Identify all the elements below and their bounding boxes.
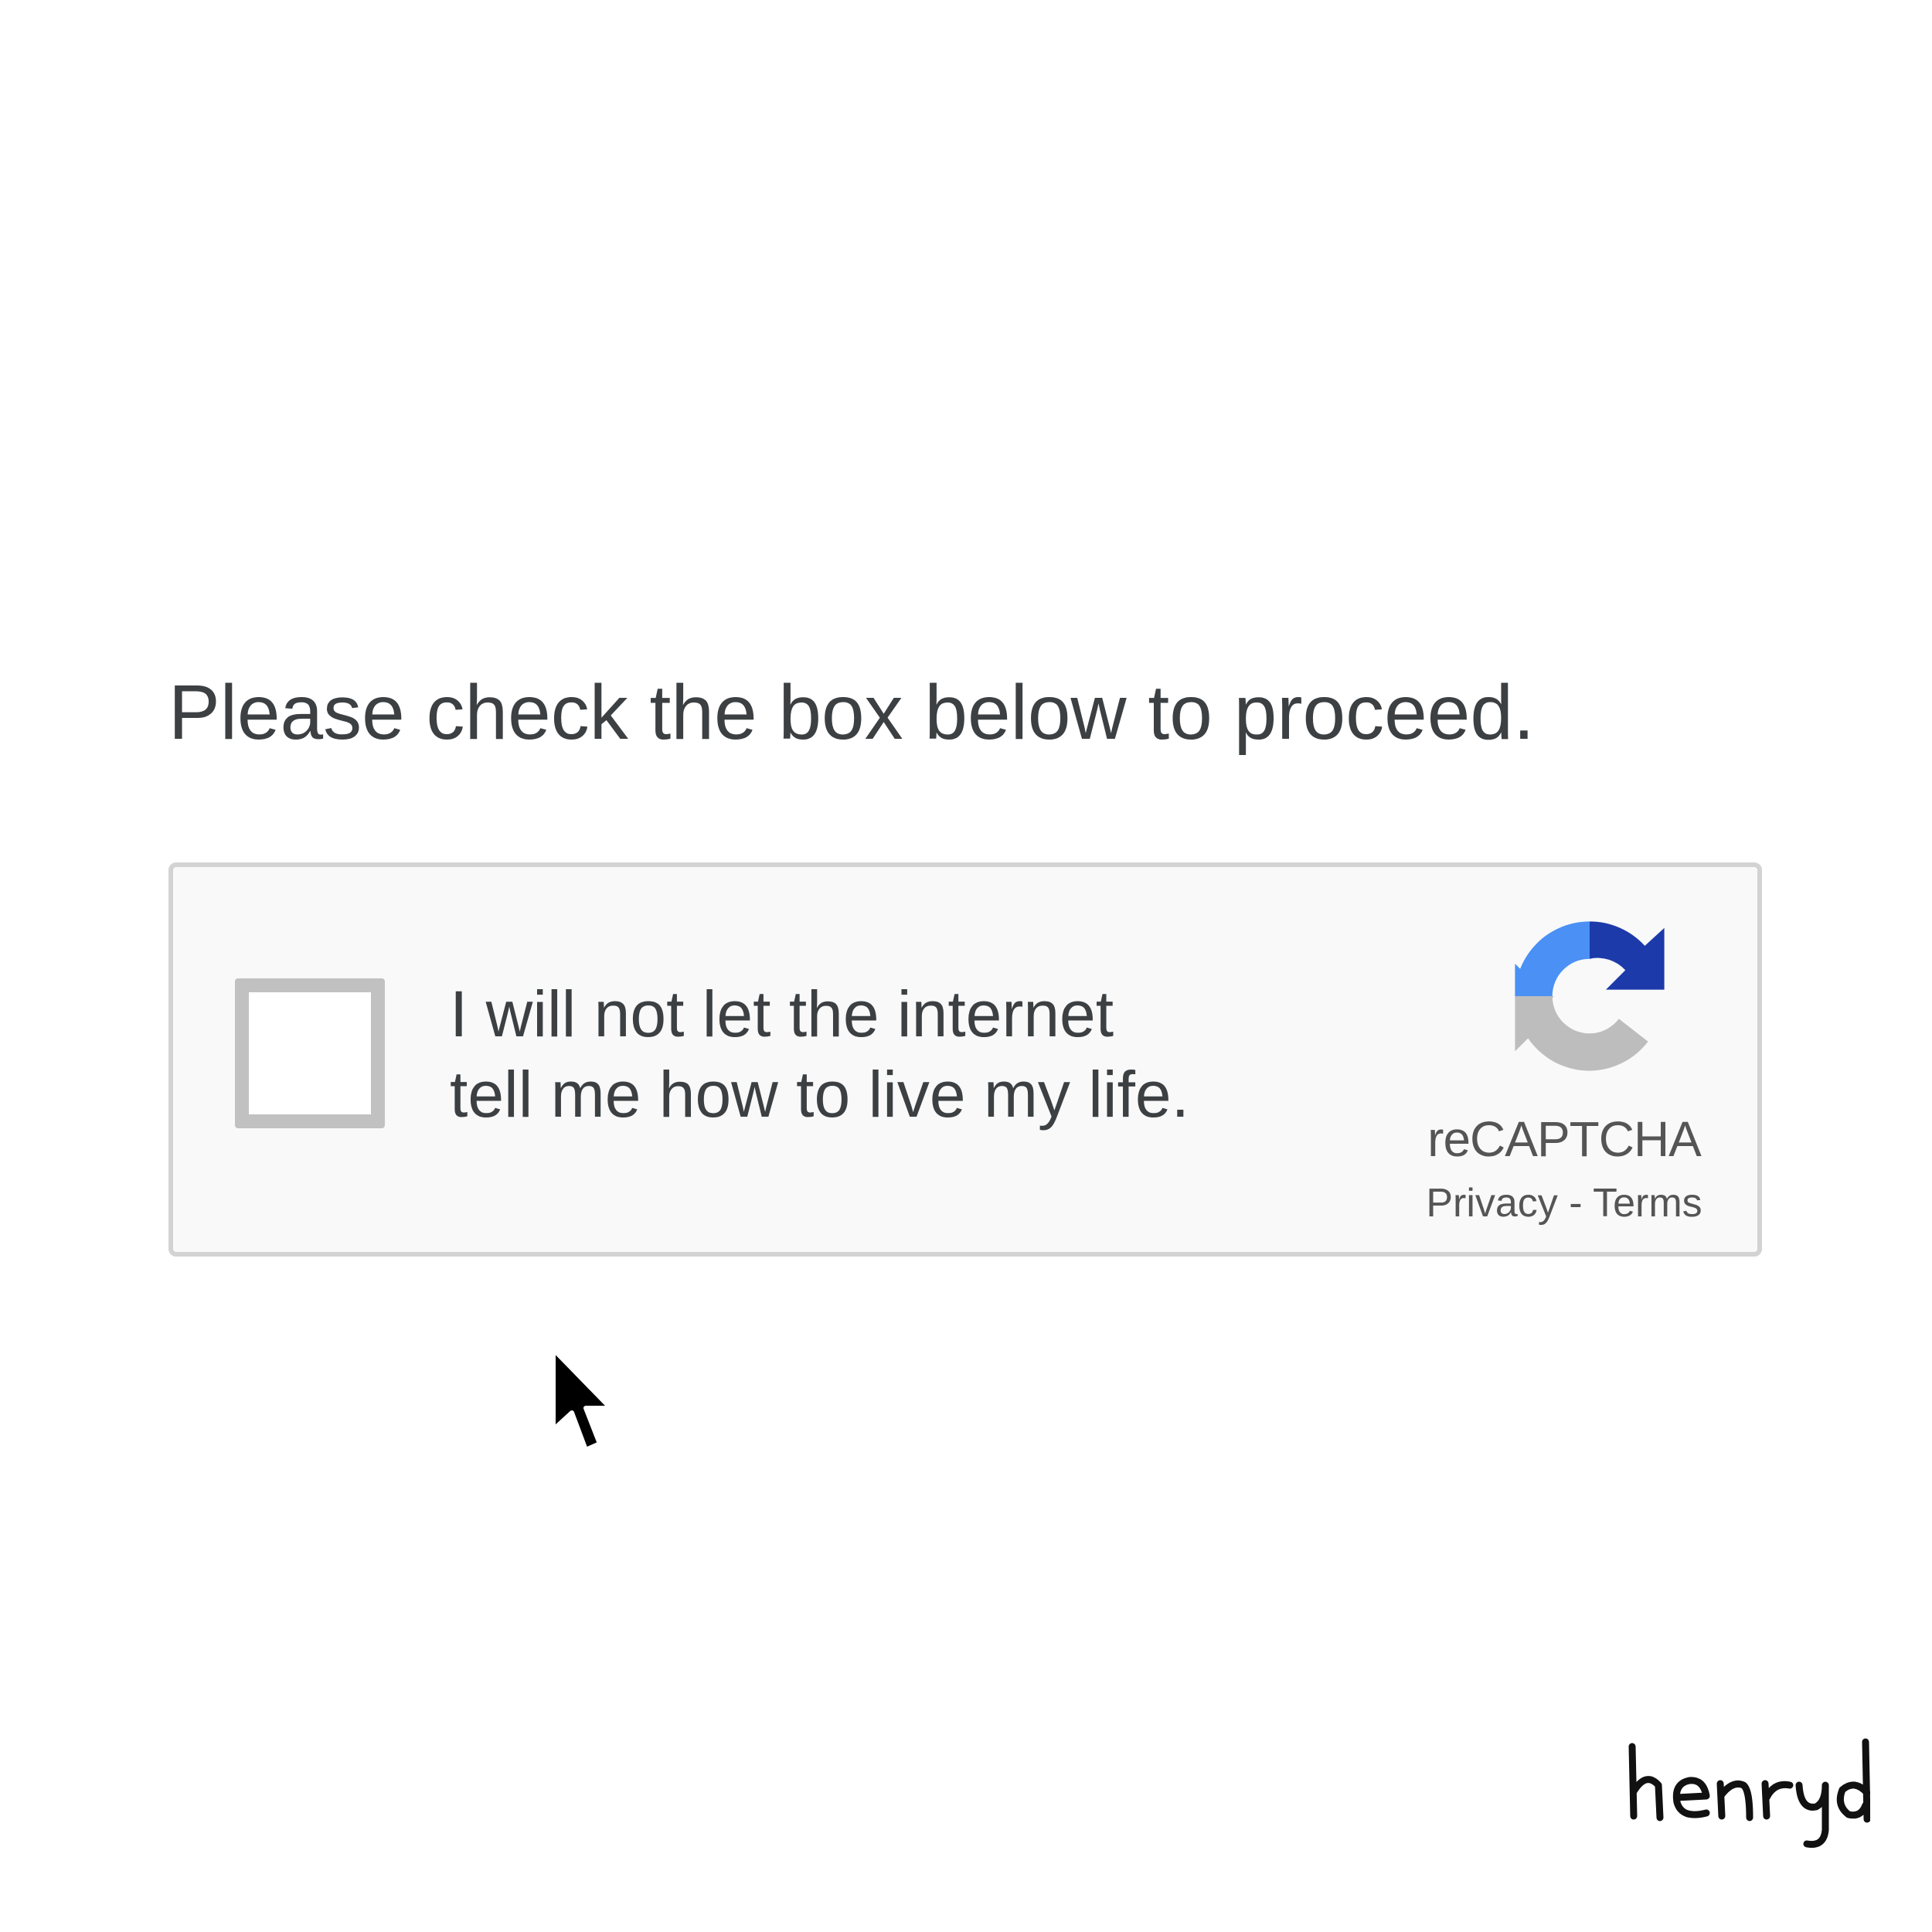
instruction-text: Please check the box below to proceed. <box>168 669 1535 756</box>
captcha-checkbox[interactable] <box>235 978 385 1128</box>
recaptcha-logo-icon <box>1515 921 1665 1071</box>
links-separator: - <box>1557 1181 1594 1226</box>
artist-signature <box>1623 1723 1871 1862</box>
privacy-link[interactable]: Privacy <box>1426 1181 1557 1226</box>
captcha-label-line-1: I will not let the internet <box>450 978 1114 1050</box>
recaptcha-widget: I will not let the internet tell me how … <box>168 862 1762 1257</box>
recaptcha-brand: reCAPTCHA <box>1427 1111 1702 1167</box>
recaptcha-logo <box>1471 915 1703 1100</box>
captcha-links: Privacy - Terms <box>1394 1179 1734 1227</box>
terms-link[interactable]: Terms <box>1593 1181 1702 1226</box>
captcha-label: I will not let the internet tell me how … <box>450 974 1377 1134</box>
mouse-cursor-icon <box>549 1345 623 1461</box>
captcha-label-line-2: tell me how to live my life. <box>450 1058 1189 1131</box>
